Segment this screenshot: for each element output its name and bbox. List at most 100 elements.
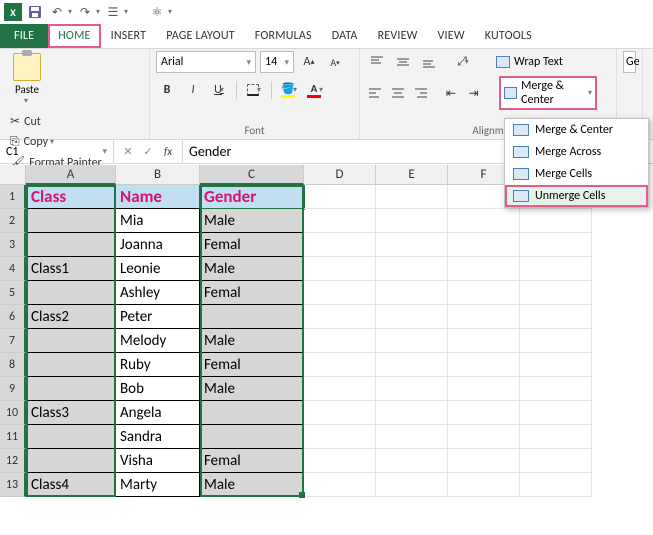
cell[interactable] [376, 329, 448, 353]
row-header[interactable]: 10 [0, 401, 26, 425]
cell[interactable] [26, 425, 116, 449]
cell[interactable]: Class3 [26, 401, 116, 425]
tab-home[interactable]: HOME [48, 24, 100, 48]
cell[interactable] [304, 281, 376, 305]
cell[interactable] [520, 425, 592, 449]
row-header[interactable]: 12 [0, 449, 26, 473]
cell[interactable] [448, 257, 520, 281]
cell[interactable]: Male [200, 377, 304, 401]
cell[interactable] [376, 185, 448, 209]
chart-icon[interactable]: ⚛ [148, 3, 166, 21]
copy-button[interactable]: ⎘Copy▾ [6, 133, 106, 151]
cut-button[interactable]: ✂Cut [6, 112, 106, 131]
menu-item-merge-across[interactable]: Merge Across [505, 141, 648, 163]
decrease-font-icon[interactable]: A▾ [324, 51, 346, 73]
cell[interactable]: Ashley [116, 281, 200, 305]
row-header[interactable]: 1 [0, 185, 26, 209]
cell[interactable]: Joanna [116, 233, 200, 257]
menu-item-unmerge-cells[interactable]: Unmerge Cells [505, 185, 648, 207]
cell[interactable] [520, 377, 592, 401]
cell[interactable] [26, 209, 116, 233]
cell[interactable] [448, 473, 520, 497]
row-header[interactable]: 11 [0, 425, 26, 449]
cell[interactable] [304, 185, 376, 209]
align-top-icon[interactable] [366, 51, 388, 73]
cell[interactable] [26, 281, 116, 305]
cell[interactable]: Bob [116, 377, 200, 401]
orientation-button[interactable]: ⤢▾ [452, 51, 474, 73]
cell[interactable] [304, 401, 376, 425]
cell[interactable] [448, 449, 520, 473]
cell[interactable]: Male [200, 209, 304, 233]
cell[interactable] [376, 281, 448, 305]
touch-mode-icon[interactable]: ☰ [104, 3, 122, 21]
row-header[interactable]: 5 [0, 281, 26, 305]
cell[interactable]: Class [26, 185, 116, 209]
increase-indent-icon[interactable]: ⇥ [464, 82, 483, 104]
menu-item-merge-cells[interactable]: Merge Cells [505, 163, 648, 185]
cell[interactable]: Mia [116, 209, 200, 233]
cell[interactable]: Femal [200, 449, 304, 473]
cell[interactable]: Femal [200, 281, 304, 305]
cell[interactable] [376, 425, 448, 449]
cell[interactable] [520, 329, 592, 353]
column-header-a[interactable]: A [26, 165, 116, 185]
cell[interactable] [376, 473, 448, 497]
tab-kutools[interactable]: KUTOOLS [475, 24, 542, 48]
cell[interactable] [200, 425, 304, 449]
decrease-indent-icon[interactable]: ⇤ [442, 82, 461, 104]
cell[interactable]: Visha [116, 449, 200, 473]
cell[interactable] [376, 401, 448, 425]
cell[interactable]: Ruby [116, 353, 200, 377]
column-header-b[interactable]: B [116, 165, 200, 185]
cell[interactable] [304, 377, 376, 401]
align-bottom-icon[interactable] [418, 51, 440, 73]
cell[interactable]: Class1 [26, 257, 116, 281]
cell[interactable] [376, 449, 448, 473]
cell[interactable] [448, 401, 520, 425]
bold-button[interactable]: B [156, 79, 178, 101]
cell[interactable] [376, 257, 448, 281]
cell[interactable] [200, 401, 304, 425]
cell[interactable] [26, 329, 116, 353]
cell[interactable] [304, 233, 376, 257]
tab-formulas[interactable]: FORMULAS [245, 24, 322, 48]
tab-file[interactable]: FILE [0, 24, 48, 48]
cell[interactable] [448, 329, 520, 353]
cell[interactable] [304, 329, 376, 353]
cell[interactable]: Sandra [116, 425, 200, 449]
tab-insert[interactable]: INSERT [101, 24, 157, 48]
cell[interactable]: Angela [116, 401, 200, 425]
cell[interactable] [200, 305, 304, 329]
redo-icon[interactable]: ↷ [76, 3, 94, 21]
cell[interactable] [376, 353, 448, 377]
align-right-icon[interactable] [411, 82, 430, 104]
underline-button[interactable]: U▾ [208, 79, 230, 101]
cell[interactable] [520, 233, 592, 257]
row-header[interactable]: 7 [0, 329, 26, 353]
row-header[interactable]: 2 [0, 209, 26, 233]
cell[interactable] [376, 377, 448, 401]
cell[interactable] [376, 305, 448, 329]
row-header[interactable]: 13 [0, 473, 26, 497]
tab-view[interactable]: VIEW [428, 24, 475, 48]
cell[interactable] [304, 473, 376, 497]
cell[interactable] [520, 305, 592, 329]
select-all-corner[interactable] [0, 165, 26, 185]
fill-color-button[interactable]: 🪣▾ [278, 79, 300, 101]
wrap-text-button[interactable]: Wrap Text [492, 53, 567, 71]
row-header[interactable]: 6 [0, 305, 26, 329]
cell[interactable] [520, 401, 592, 425]
cell[interactable] [26, 233, 116, 257]
column-header-e[interactable]: E [376, 165, 448, 185]
cell[interactable] [448, 233, 520, 257]
paste-button[interactable]: Paste ▾ [6, 51, 48, 108]
cell[interactable] [520, 209, 592, 233]
border-button[interactable]: ▾ [243, 79, 265, 101]
column-header-c[interactable]: C [200, 165, 304, 185]
merge-center-button[interactable]: Merge & Center▾ [500, 77, 597, 109]
cell[interactable] [448, 281, 520, 305]
menu-item-merge-center[interactable]: Merge & Center [505, 119, 648, 141]
row-header[interactable]: 9 [0, 377, 26, 401]
cell[interactable] [520, 257, 592, 281]
